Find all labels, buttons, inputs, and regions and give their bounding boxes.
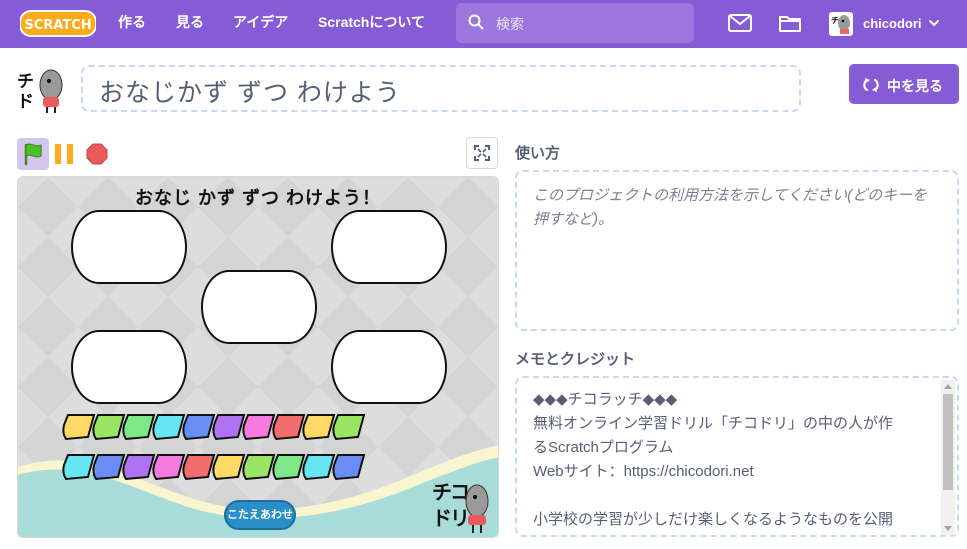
- number-tile[interactable]: [302, 414, 336, 441]
- number-tile[interactable]: [62, 414, 96, 441]
- fullscreen-button[interactable]: [466, 137, 498, 169]
- fullscreen-icon: [474, 145, 490, 161]
- username[interactable]: chicodori: [863, 16, 922, 31]
- scroll-thumb[interactable]: [943, 394, 953, 490]
- see-inside-button[interactable]: 中を見る: [849, 64, 959, 104]
- green-flag-icon: [24, 143, 42, 166]
- number-tile[interactable]: [62, 454, 96, 481]
- notes-line: [533, 484, 927, 508]
- user-avatar[interactable]: チ: [829, 12, 853, 36]
- nav-ideas[interactable]: アイデア: [233, 0, 288, 48]
- messages-icon[interactable]: [728, 13, 752, 33]
- project-title-input[interactable]: おなじかず ずつ わけよう: [81, 65, 801, 112]
- notes-credits-textarea[interactable]: ◆◆◆チコラッチ◆◆◆ 無料オンライン学習ドリル「チコドリ」の中の人が作 るSc…: [515, 376, 959, 537]
- green-flag-button[interactable]: [17, 138, 49, 170]
- nav-about[interactable]: Scratchについて: [318, 0, 425, 48]
- number-tile[interactable]: [182, 414, 216, 441]
- search-icon: [468, 14, 484, 30]
- number-tile[interactable]: [212, 454, 246, 481]
- number-tile[interactable]: [242, 454, 276, 481]
- notes-line: 小学校の学習が少しだけ楽しくなるようなものを公開: [533, 511, 894, 528]
- number-tile[interactable]: [152, 454, 186, 481]
- remix-arrows-icon: [863, 78, 879, 92]
- number-tile[interactable]: [332, 454, 366, 481]
- notes-line: 無料オンライン学習ドリル「チコドリ」の中の人が作: [533, 415, 894, 432]
- see-inside-label: 中を見る: [887, 78, 943, 94]
- svg-text:リ: リ: [450, 506, 470, 530]
- number-tile[interactable]: [92, 454, 126, 481]
- svg-text:ド: ド: [17, 92, 34, 112]
- chicodori-logo: チ コ ド リ: [432, 480, 489, 533]
- notes-credits-label: メモとクレジット: [515, 351, 636, 368]
- number-tile[interactable]: [152, 414, 186, 441]
- scroll-up-icon[interactable]: [941, 382, 955, 392]
- nav-explore[interactable]: 見る: [176, 0, 204, 48]
- my-stuff-folder-icon[interactable]: [778, 13, 802, 33]
- instructions-label: 使い方: [515, 145, 561, 162]
- number-tile[interactable]: [122, 454, 156, 481]
- project-stage[interactable]: おなじ かず ずつ わけよう！ こたえあわせ チ コ ド リ: [17, 176, 499, 538]
- chevron-down-icon[interactable]: [928, 17, 940, 29]
- search-input[interactable]: 検索: [496, 14, 524, 34]
- menu-bar: SCRATCH 作る 見る アイデア Scratchについて 検索 チ chic…: [0, 0, 967, 48]
- project-author-avatar[interactable]: チ ド: [17, 67, 65, 113]
- number-tile[interactable]: [302, 454, 336, 481]
- number-tile[interactable]: [182, 454, 216, 481]
- number-tile[interactable]: [92, 414, 126, 441]
- scroll-down-icon[interactable]: [941, 523, 955, 533]
- nav-create[interactable]: 作る: [118, 0, 146, 48]
- stop-icon[interactable]: [86, 143, 108, 165]
- svg-text:ド: ド: [432, 506, 452, 530]
- svg-text:チ: チ: [831, 16, 839, 25]
- number-tile[interactable]: [332, 414, 366, 441]
- notes-scrollbar[interactable]: [941, 380, 955, 535]
- check-answer-button[interactable]: こたえあわせ: [224, 500, 296, 530]
- scratch-logo[interactable]: SCRATCH: [20, 10, 96, 37]
- svg-text:チ: チ: [432, 480, 452, 504]
- number-tile[interactable]: [122, 414, 156, 441]
- notes-line: ◆◆◆チコラッチ◆◆◆: [533, 391, 678, 408]
- tile-group: [62, 414, 366, 481]
- search-bar[interactable]: 検索: [456, 3, 694, 43]
- pause-icon[interactable]: [54, 144, 76, 164]
- instructions-textarea[interactable]: このプロジェクトの利用方法を示してください(どのキーを押すなど)。: [515, 170, 959, 331]
- notes-line: るScratchプログラム: [533, 439, 674, 456]
- svg-text:SCRATCH: SCRATCH: [24, 18, 91, 33]
- number-tile[interactable]: [212, 414, 246, 441]
- number-tile[interactable]: [272, 414, 306, 441]
- number-tile[interactable]: [272, 454, 306, 481]
- svg-text:チ: チ: [17, 72, 34, 92]
- notes-line: Webサイト：https://chicodori.net: [533, 463, 754, 480]
- number-tile[interactable]: [242, 414, 276, 441]
